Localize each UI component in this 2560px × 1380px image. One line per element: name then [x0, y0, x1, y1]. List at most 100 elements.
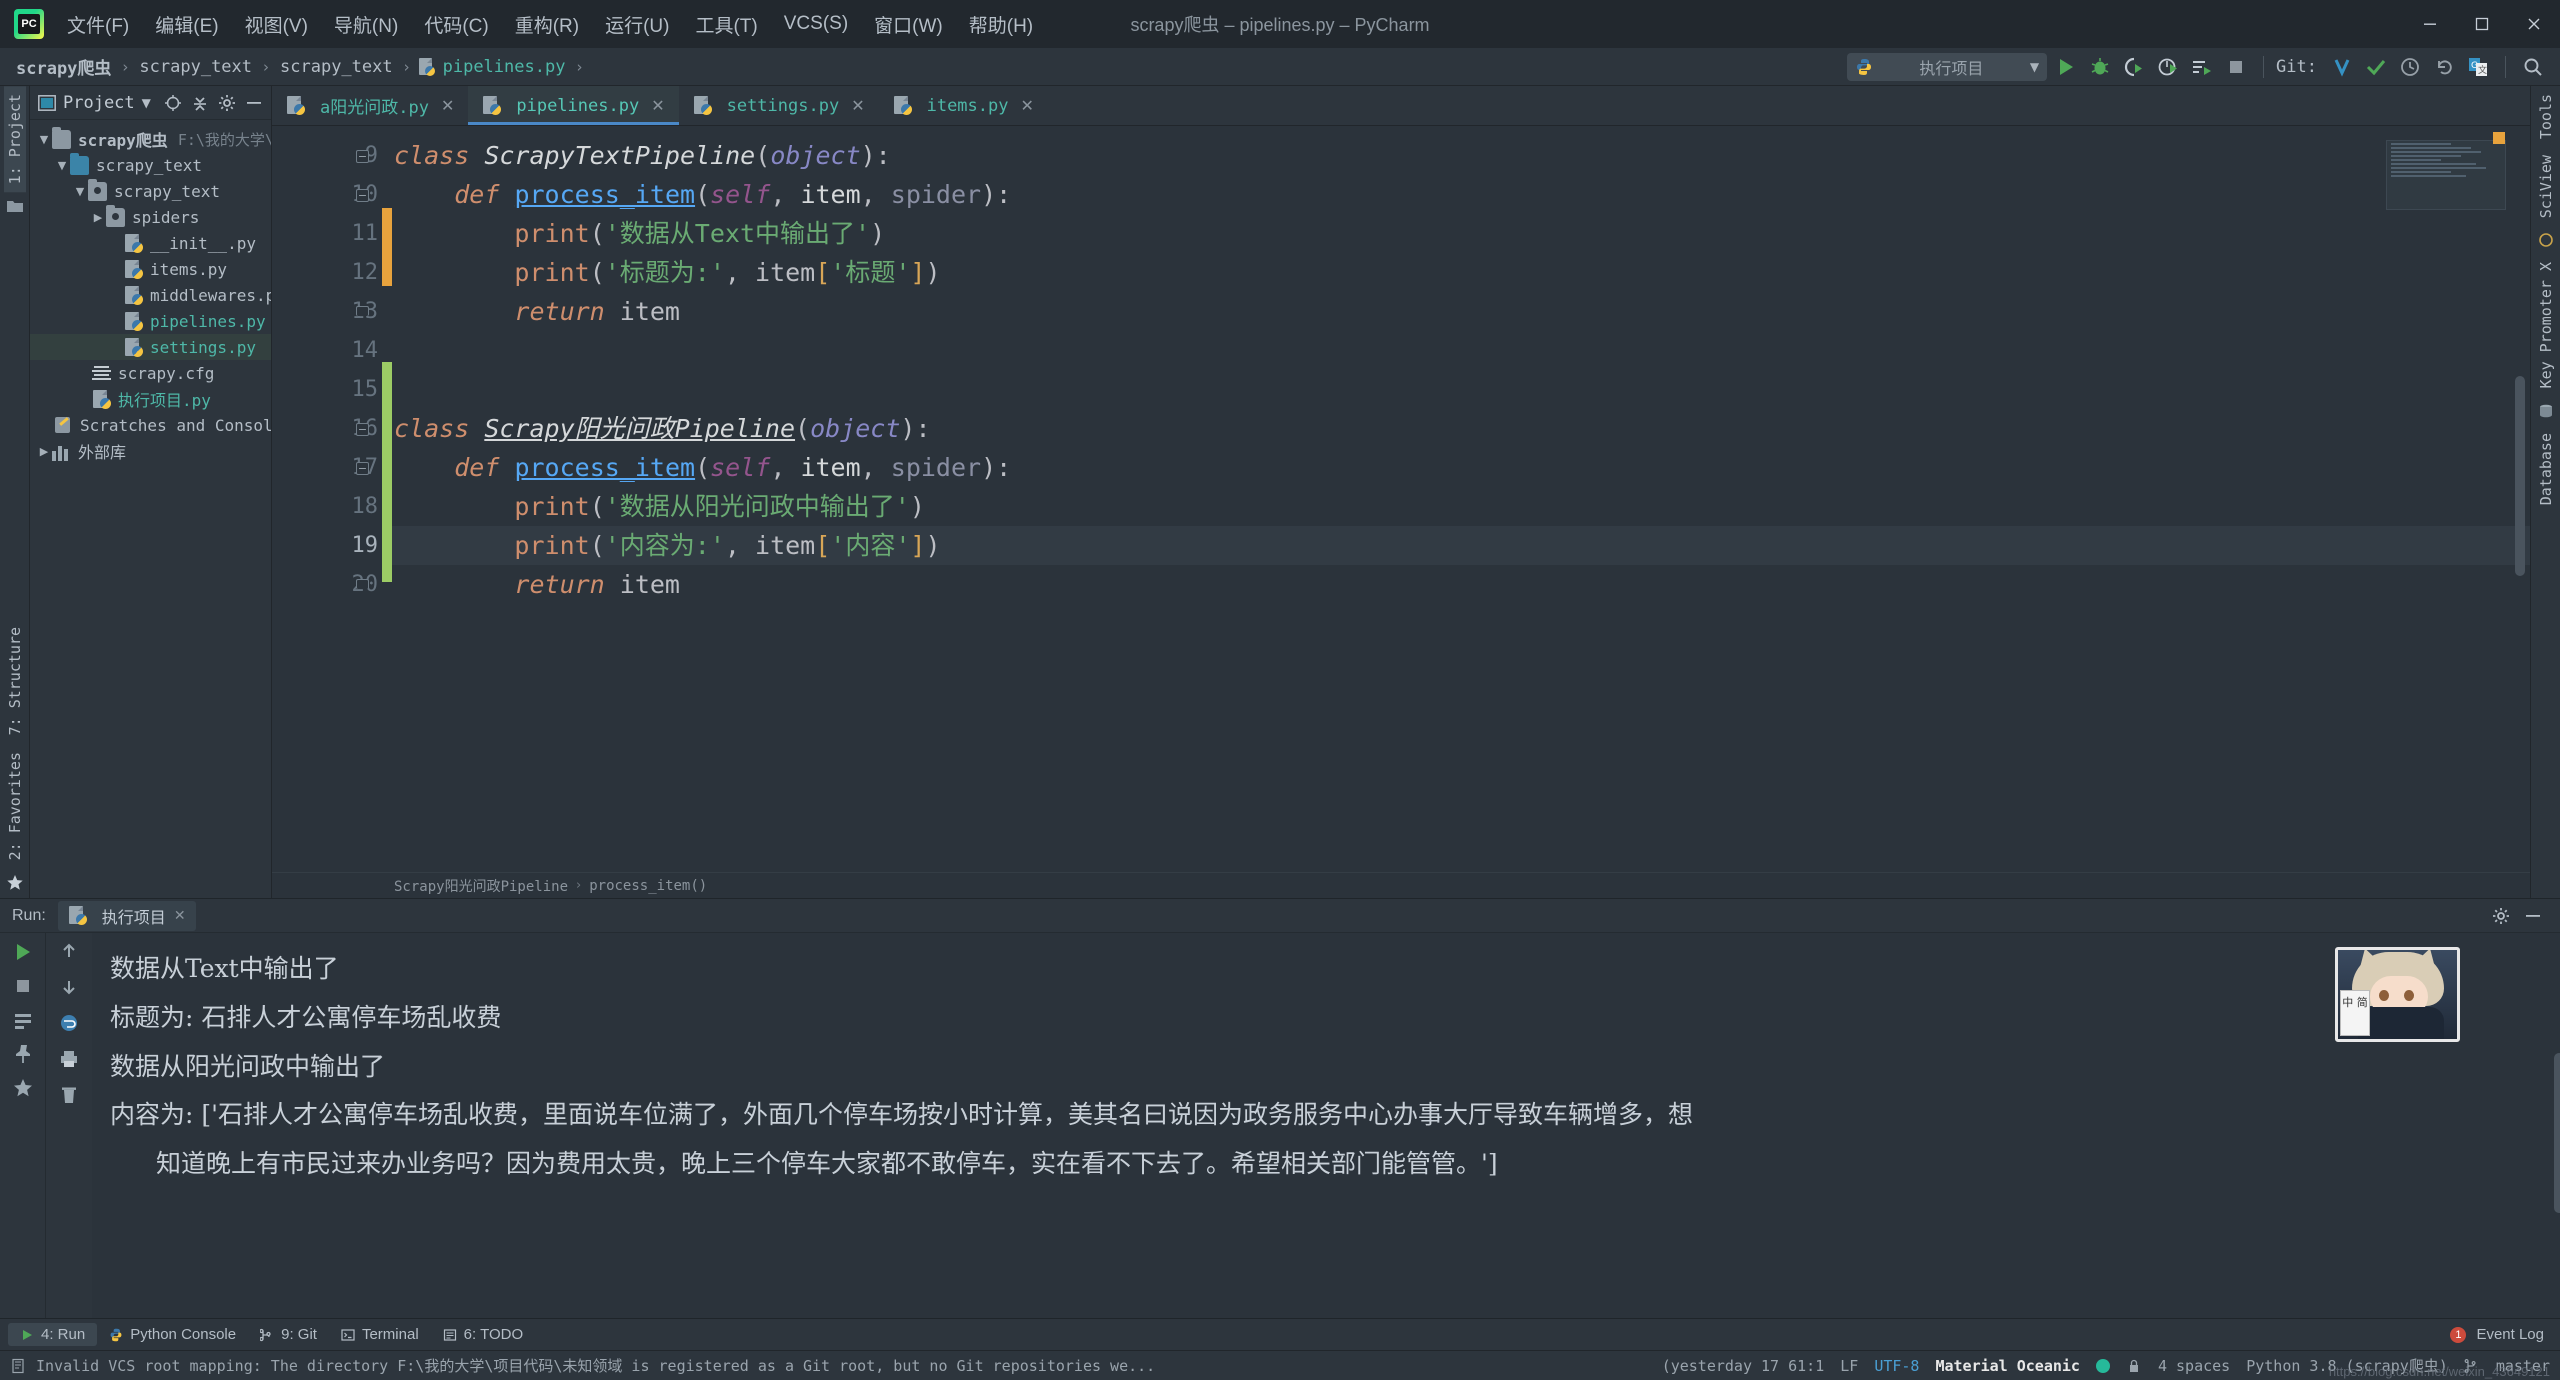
locate-icon[interactable] [164, 94, 182, 112]
git-update-icon[interactable] [2327, 52, 2357, 82]
debug-button[interactable] [2085, 52, 2115, 82]
hide-icon[interactable] [2524, 907, 2542, 925]
console-scrollbar-thumb[interactable] [2554, 1053, 2560, 1213]
breadcrumb-class[interactable]: Scrapy阳光问政Pipeline [394, 876, 568, 896]
menu-edit[interactable]: 编辑(E) [142, 6, 231, 43]
close-button[interactable] [2508, 0, 2560, 48]
fold-marker-icon[interactable]: − [356, 423, 369, 436]
clear-all-icon[interactable] [59, 1085, 79, 1105]
collapse-arrow-icon[interactable]: ▶ [90, 211, 106, 224]
soft-wrap-icon[interactable] [59, 1013, 79, 1033]
code-content[interactable]: class ScrapyTextPipeline(object): def pr… [392, 126, 2530, 872]
tree-row-scrapy-text-inner[interactable]: ▼ scrapy_text [30, 178, 271, 204]
menu-vcs[interactable]: VCS(S) [771, 8, 861, 40]
profile-button[interactable] [2153, 52, 2183, 82]
scroll-up-icon[interactable] [59, 941, 79, 961]
menu-refactor[interactable]: 重构(R) [502, 6, 592, 43]
notification-icon[interactable] [10, 1358, 26, 1374]
run-with-coverage-button[interactable] [2119, 52, 2149, 82]
lock-icon[interactable] [2126, 1358, 2142, 1374]
close-icon[interactable]: ✕ [851, 96, 864, 115]
close-icon[interactable]: ✕ [651, 96, 664, 115]
tree-row-run-project-py[interactable]: 执行项目.py [30, 386, 271, 412]
status-encoding[interactable]: UTF-8 [1874, 1357, 1919, 1375]
sidebar-tab-key-promoter[interactable]: Key Promoter X [2535, 254, 2557, 396]
fold-marker-icon[interactable]: − [356, 462, 369, 475]
tree-row-scrapy-cfg[interactable]: scrapy.cfg [30, 360, 271, 386]
chevron-down-icon[interactable]: ▼ [142, 96, 151, 110]
status-line-separator[interactable]: LF [1840, 1357, 1858, 1375]
run-configuration-selector[interactable]: 执行项目 ▼ [1847, 53, 2047, 81]
run-tab-execute-project[interactable]: 执行项目 ✕ [58, 901, 196, 931]
status-message[interactable]: Invalid VCS root mapping: The directory … [36, 1355, 1155, 1376]
expand-arrow-icon[interactable]: ▼ [54, 159, 70, 172]
gear-icon[interactable] [2492, 907, 2510, 925]
bottom-tab-terminal[interactable]: Terminal [329, 1323, 431, 1346]
editor-tab-items[interactable]: items.py ✕ [879, 86, 1048, 125]
editor-scrollbar-thumb[interactable] [2515, 376, 2525, 576]
pin-icon[interactable] [12, 1043, 34, 1065]
breadcrumb-project[interactable]: scrapy爬虫 [14, 52, 113, 81]
sidebar-tab-tools[interactable]: Tools [2535, 86, 2557, 147]
close-icon[interactable]: ✕ [441, 96, 454, 115]
google-translate-icon[interactable]: G 文 [2463, 52, 2493, 82]
bottom-tab-python-console[interactable]: Python Console [97, 1323, 248, 1346]
menu-help[interactable]: 帮助(H) [956, 6, 1046, 43]
star-icon[interactable] [12, 1077, 34, 1099]
undo-icon[interactable] [2429, 52, 2459, 82]
trace-icon[interactable] [12, 1009, 34, 1031]
hide-icon[interactable] [245, 94, 263, 112]
git-history-icon[interactable] [2395, 52, 2425, 82]
tree-row-pipelines-py[interactable]: pipelines.py [30, 308, 271, 334]
sidebar-tab-structure[interactable]: 7: Structure [4, 619, 26, 743]
menu-view[interactable]: 视图(V) [232, 6, 321, 43]
editor-tab-settings[interactable]: settings.py ✕ [679, 86, 879, 125]
sidebar-tab-sciview[interactable]: SciView [2535, 147, 2557, 226]
git-commit-icon[interactable] [2361, 52, 2391, 82]
minimize-button[interactable] [2404, 0, 2456, 48]
sidebar-tab-project[interactable]: 1: Project [4, 86, 26, 192]
warning-stripe-marker[interactable] [2493, 132, 2505, 144]
menu-tools[interactable]: 工具(T) [682, 6, 770, 43]
rerun-icon[interactable] [12, 941, 34, 963]
menu-window[interactable]: 窗口(W) [861, 6, 956, 43]
breadcrumb-file[interactable]: pipelines.py [441, 55, 568, 79]
run-button[interactable] [2051, 52, 2081, 82]
bottom-tab-git[interactable]: 9: Git [248, 1323, 329, 1346]
collapse-all-icon[interactable] [191, 94, 209, 112]
run-anything-button[interactable] [2187, 52, 2217, 82]
menu-file[interactable]: 文件(F) [54, 6, 142, 43]
fold-marker-icon[interactable]: − [356, 150, 369, 163]
run-console-output[interactable]: 数据从Text中输出了 标题为: 石排人才公寓停车场乱收费 数据从阳光问政中输出… [92, 933, 2560, 1318]
expand-arrow-icon[interactable]: ▼ [72, 185, 88, 198]
tree-row-spiders[interactable]: ▶ spiders [30, 204, 271, 230]
status-indent[interactable]: 4 spaces [2158, 1357, 2230, 1375]
expand-arrow-icon[interactable]: ▼ [36, 133, 52, 146]
breadcrumb-folder-1[interactable]: scrapy_text [137, 55, 254, 79]
stop-button[interactable] [2221, 52, 2251, 82]
breadcrumb-folder-2[interactable]: scrapy_text [278, 55, 395, 79]
tree-row-settings-py[interactable]: settings.py [30, 334, 271, 360]
maximize-button[interactable] [2456, 0, 2508, 48]
status-theme[interactable]: Material Oceanic [1935, 1357, 2080, 1375]
breadcrumb-method[interactable]: process_item() [589, 878, 707, 894]
menu-run[interactable]: 运行(U) [592, 6, 682, 43]
tree-row-scratches[interactable]: Scratches and Consoles [30, 412, 271, 438]
search-icon[interactable] [2518, 52, 2548, 82]
menu-code[interactable]: 代码(C) [411, 6, 501, 43]
tree-row-scrapy-text-outer[interactable]: ▼ scrapy_text [30, 152, 271, 178]
collapse-arrow-icon[interactable]: ▶ [36, 445, 52, 458]
menu-navigate[interactable]: 导航(N) [321, 6, 411, 43]
close-icon[interactable]: ✕ [174, 908, 186, 924]
sidebar-tab-database[interactable]: Database [2535, 425, 2557, 513]
stop-icon[interactable] [12, 975, 34, 997]
fold-marker-icon[interactable]: − [356, 189, 369, 202]
editor-tab-a-yangguang[interactable]: a阳光问政.py ✕ [272, 86, 468, 125]
bottom-tab-todo[interactable]: 6: TODO [431, 1323, 535, 1346]
material-theme-dot-icon[interactable] [2096, 1359, 2110, 1373]
tree-row-middlewares-py[interactable]: middlewares.py [30, 282, 271, 308]
tree-row-init-py[interactable]: __init__.py [30, 230, 271, 256]
sidebar-tab-favorites[interactable]: 2: Favorites [4, 744, 26, 868]
star-icon[interactable] [6, 874, 24, 892]
print-icon[interactable] [59, 1049, 79, 1069]
